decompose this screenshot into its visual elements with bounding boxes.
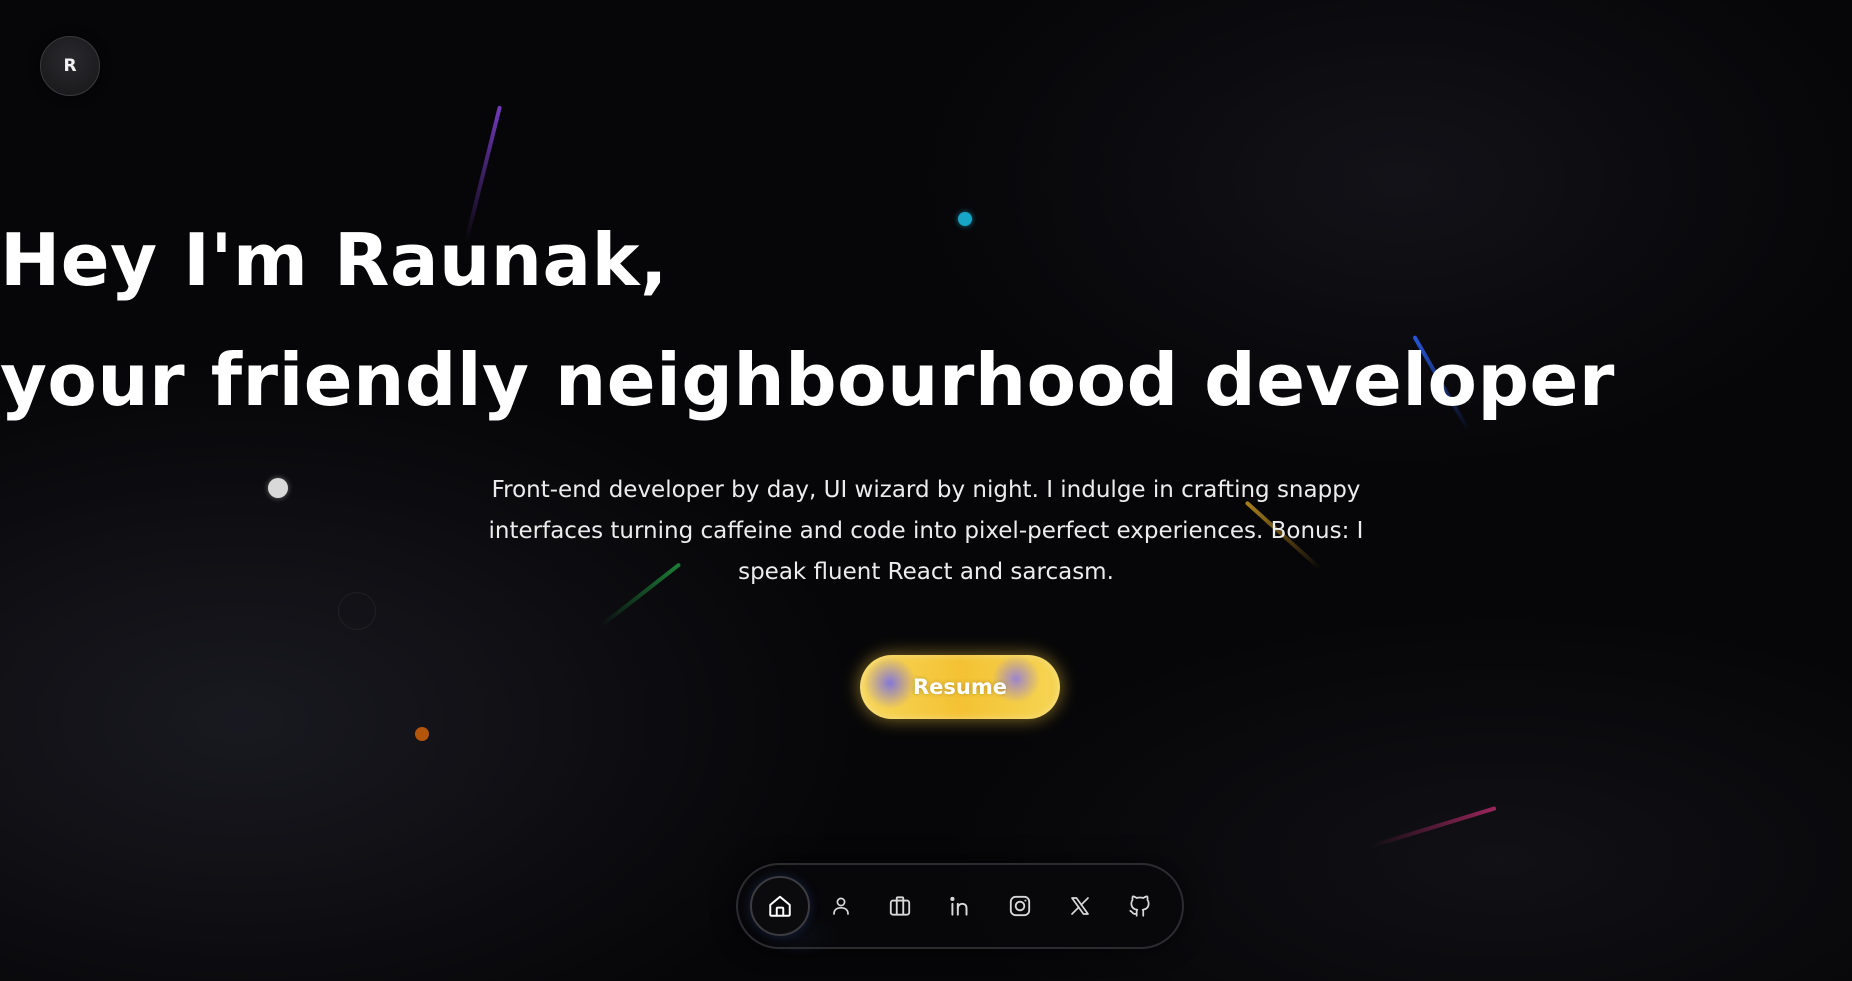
briefcase-icon (887, 893, 913, 919)
linkedin-icon (947, 893, 973, 919)
dock-instagram[interactable] (994, 880, 1046, 932)
pink-streak (1371, 806, 1497, 848)
github-icon (1127, 893, 1153, 919)
faint-ring (338, 592, 376, 630)
dock-work[interactable] (874, 880, 926, 932)
dock-github[interactable] (1114, 880, 1166, 932)
dock-home[interactable] (750, 876, 810, 936)
hero-greeting: Hey I'm Raunak, (0, 218, 668, 302)
dock-linkedin[interactable] (934, 880, 986, 932)
resume-button[interactable]: Resume (860, 655, 1060, 719)
dock-about[interactable] (815, 880, 867, 932)
hero-tagline: your friendly neighbourhood developer (0, 338, 1615, 422)
logo-letter: R (63, 56, 77, 76)
user-icon (829, 894, 853, 918)
white-dot (268, 478, 288, 498)
orange-dot (415, 727, 429, 741)
hero-intro: Front-end developer by day, UI wizard by… (488, 477, 1364, 585)
dock-x[interactable] (1054, 880, 1106, 932)
home-icon (767, 893, 793, 919)
page: R Hey I'm Raunak, your friendly neighbou… (0, 0, 1852, 981)
instagram-icon (1007, 893, 1033, 919)
logo-badge[interactable]: R (40, 36, 100, 96)
x-twitter-icon (1068, 894, 1092, 918)
